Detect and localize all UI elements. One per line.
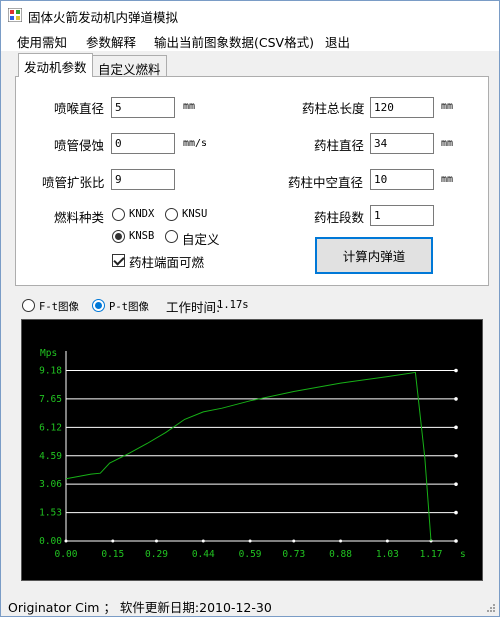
x-tick-label: 0.59 [239, 549, 262, 560]
y-tick-label: 0.00 [39, 536, 62, 547]
grain-length-input[interactable]: 120 [370, 97, 434, 118]
x-tick-label: 0.44 [192, 549, 215, 560]
x-tick-marker [248, 539, 252, 543]
x-tick-marker [385, 539, 389, 543]
engine-params-panel: 喷喉直径 5 mm 喷管侵蚀 0 mm/s 喷管扩张比 9 燃料种类 KNDX … [15, 76, 489, 286]
fuel-radio-custom[interactable] [165, 230, 178, 243]
fuel-radio-knsu-label[interactable]: KNSU [182, 208, 207, 220]
y-grid-end-marker [454, 482, 458, 486]
work-time-value: 1.17s [217, 299, 249, 311]
fuel-radio-kndx-label[interactable]: KNDX [129, 208, 154, 220]
x-tick-label: 0.29 [145, 549, 168, 560]
grain-length-label: 药柱总长度 [302, 101, 365, 116]
app-window: 固体火箭发动机内弹道模拟 使用需知 参数解释 输出当前图象数据(CSV格式) 退… [0, 0, 500, 617]
fuel-radio-knsu[interactable] [165, 208, 178, 221]
fuel-radio-custom-label[interactable]: 自定义 [182, 229, 220, 248]
plot-ft-label[interactable]: F-t图像 [39, 299, 79, 314]
fuel-type-label: 燃料种类 [54, 210, 105, 225]
grain-segments-input[interactable]: 1 [370, 205, 434, 226]
window-title: 固体火箭发动机内弹道模拟 [28, 10, 179, 25]
throat-diameter-unit: mm [183, 101, 196, 112]
nozzle-erosion-input[interactable]: 0 [111, 133, 175, 154]
throat-diameter-label: 喷喉直径 [54, 101, 105, 116]
x-axis-label: s [460, 549, 466, 560]
y-grid-end-marker [454, 539, 458, 543]
throat-diameter-input[interactable]: 5 [111, 97, 175, 118]
menu-export-csv[interactable]: 输出当前图象数据(CSV格式) [154, 32, 314, 51]
x-tick-marker [154, 539, 158, 543]
tab-engine-params[interactable]: 发动机参数 [18, 53, 93, 77]
title-bar: 固体火箭发动机内弹道模拟 [1, 1, 499, 29]
x-tick-label: 0.15 [101, 549, 124, 560]
x-tick-marker [201, 539, 205, 543]
nozzle-erosion-label: 喷管侵蚀 [54, 138, 105, 153]
expansion-ratio-input[interactable]: 9 [111, 169, 175, 190]
plot-pt-radio[interactable] [92, 299, 105, 312]
menu-usage-notes[interactable]: 使用需知 [17, 32, 67, 51]
compute-ballistics-button[interactable]: 计算内弹道 [315, 237, 433, 274]
pressure-time-chart: 0.00 1.53 3.06 4.59 6.12 7.65 9.18 0.00 0.15 0.29… [21, 319, 483, 581]
y-tick-label: 1.53 [39, 508, 62, 519]
y-grid-end-marker [454, 397, 458, 401]
grain-segments-label: 药柱段数 [314, 210, 365, 225]
x-tick-marker [111, 539, 115, 543]
y-axis-label: Mps [40, 348, 57, 359]
fuel-radio-knsb-label[interactable]: KNSB [129, 230, 154, 242]
y-tick-label: 7.65 [39, 394, 62, 405]
app-icon [8, 8, 22, 22]
y-grid-end-marker [454, 453, 458, 458]
grain-diameter-unit: mm [441, 138, 454, 149]
x-tick-label: 0.00 [55, 549, 78, 560]
y-tick-label: 6.12 [39, 422, 62, 433]
core-diameter-unit: mm [441, 174, 454, 185]
fuel-radio-knsb[interactable] [112, 230, 125, 243]
chart-svg: 0.00 1.53 3.06 4.59 6.12 7.65 9.18 0.00 0.15 0.29… [39, 348, 466, 560]
menu-exit[interactable]: 退出 [325, 32, 350, 51]
work-time-label: 工作时间: [166, 300, 221, 315]
status-text: Originator Cim ； 软件更新日期:2010-12-30 [8, 600, 272, 615]
resize-grip-icon[interactable] [486, 603, 496, 613]
end-burn-label[interactable]: 药柱端面可燃 [129, 252, 204, 271]
menu-bar: 使用需知 参数解释 输出当前图象数据(CSV格式) 退出 [1, 29, 499, 51]
grain-length-unit: mm [441, 101, 454, 112]
y-tick-label: 4.59 [39, 451, 62, 462]
x-tick-marker [292, 539, 296, 543]
menu-param-explain[interactable]: 参数解释 [86, 32, 136, 51]
y-grid-end-marker [454, 510, 458, 515]
y-grid-end-marker [454, 425, 458, 430]
pressure-series-line [65, 371, 432, 542]
y-tick-label: 9.18 [39, 366, 62, 377]
core-diameter-label: 药柱中空直径 [288, 175, 364, 190]
x-tick-marker [339, 539, 343, 543]
grain-diameter-input[interactable]: 34 [370, 133, 434, 154]
x-tick-label: 0.88 [329, 549, 352, 560]
status-bar: Originator Cim ； 软件更新日期:2010-12-30 [1, 594, 499, 616]
x-tick-label: 1.03 [376, 549, 399, 560]
end-burn-checkbox[interactable] [112, 254, 125, 267]
nozzle-erosion-unit: mm/s [183, 138, 208, 149]
tab-custom-fuel[interactable]: 自定义燃料 [92, 55, 167, 77]
fuel-radio-kndx[interactable] [112, 208, 125, 221]
expansion-ratio-label: 喷管扩张比 [42, 175, 105, 190]
core-diameter-input[interactable]: 10 [370, 169, 434, 190]
x-tick-label: 0.73 [282, 549, 305, 560]
y-grid-end-marker [454, 368, 458, 373]
grain-diameter-label: 药柱直径 [314, 138, 365, 153]
x-tick-marker [64, 539, 68, 543]
x-tick-label: 1.17 [420, 549, 443, 560]
plot-ft-radio[interactable] [22, 299, 35, 312]
plot-pt-label[interactable]: P-t图像 [109, 299, 149, 314]
y-tick-label: 3.06 [39, 479, 62, 490]
